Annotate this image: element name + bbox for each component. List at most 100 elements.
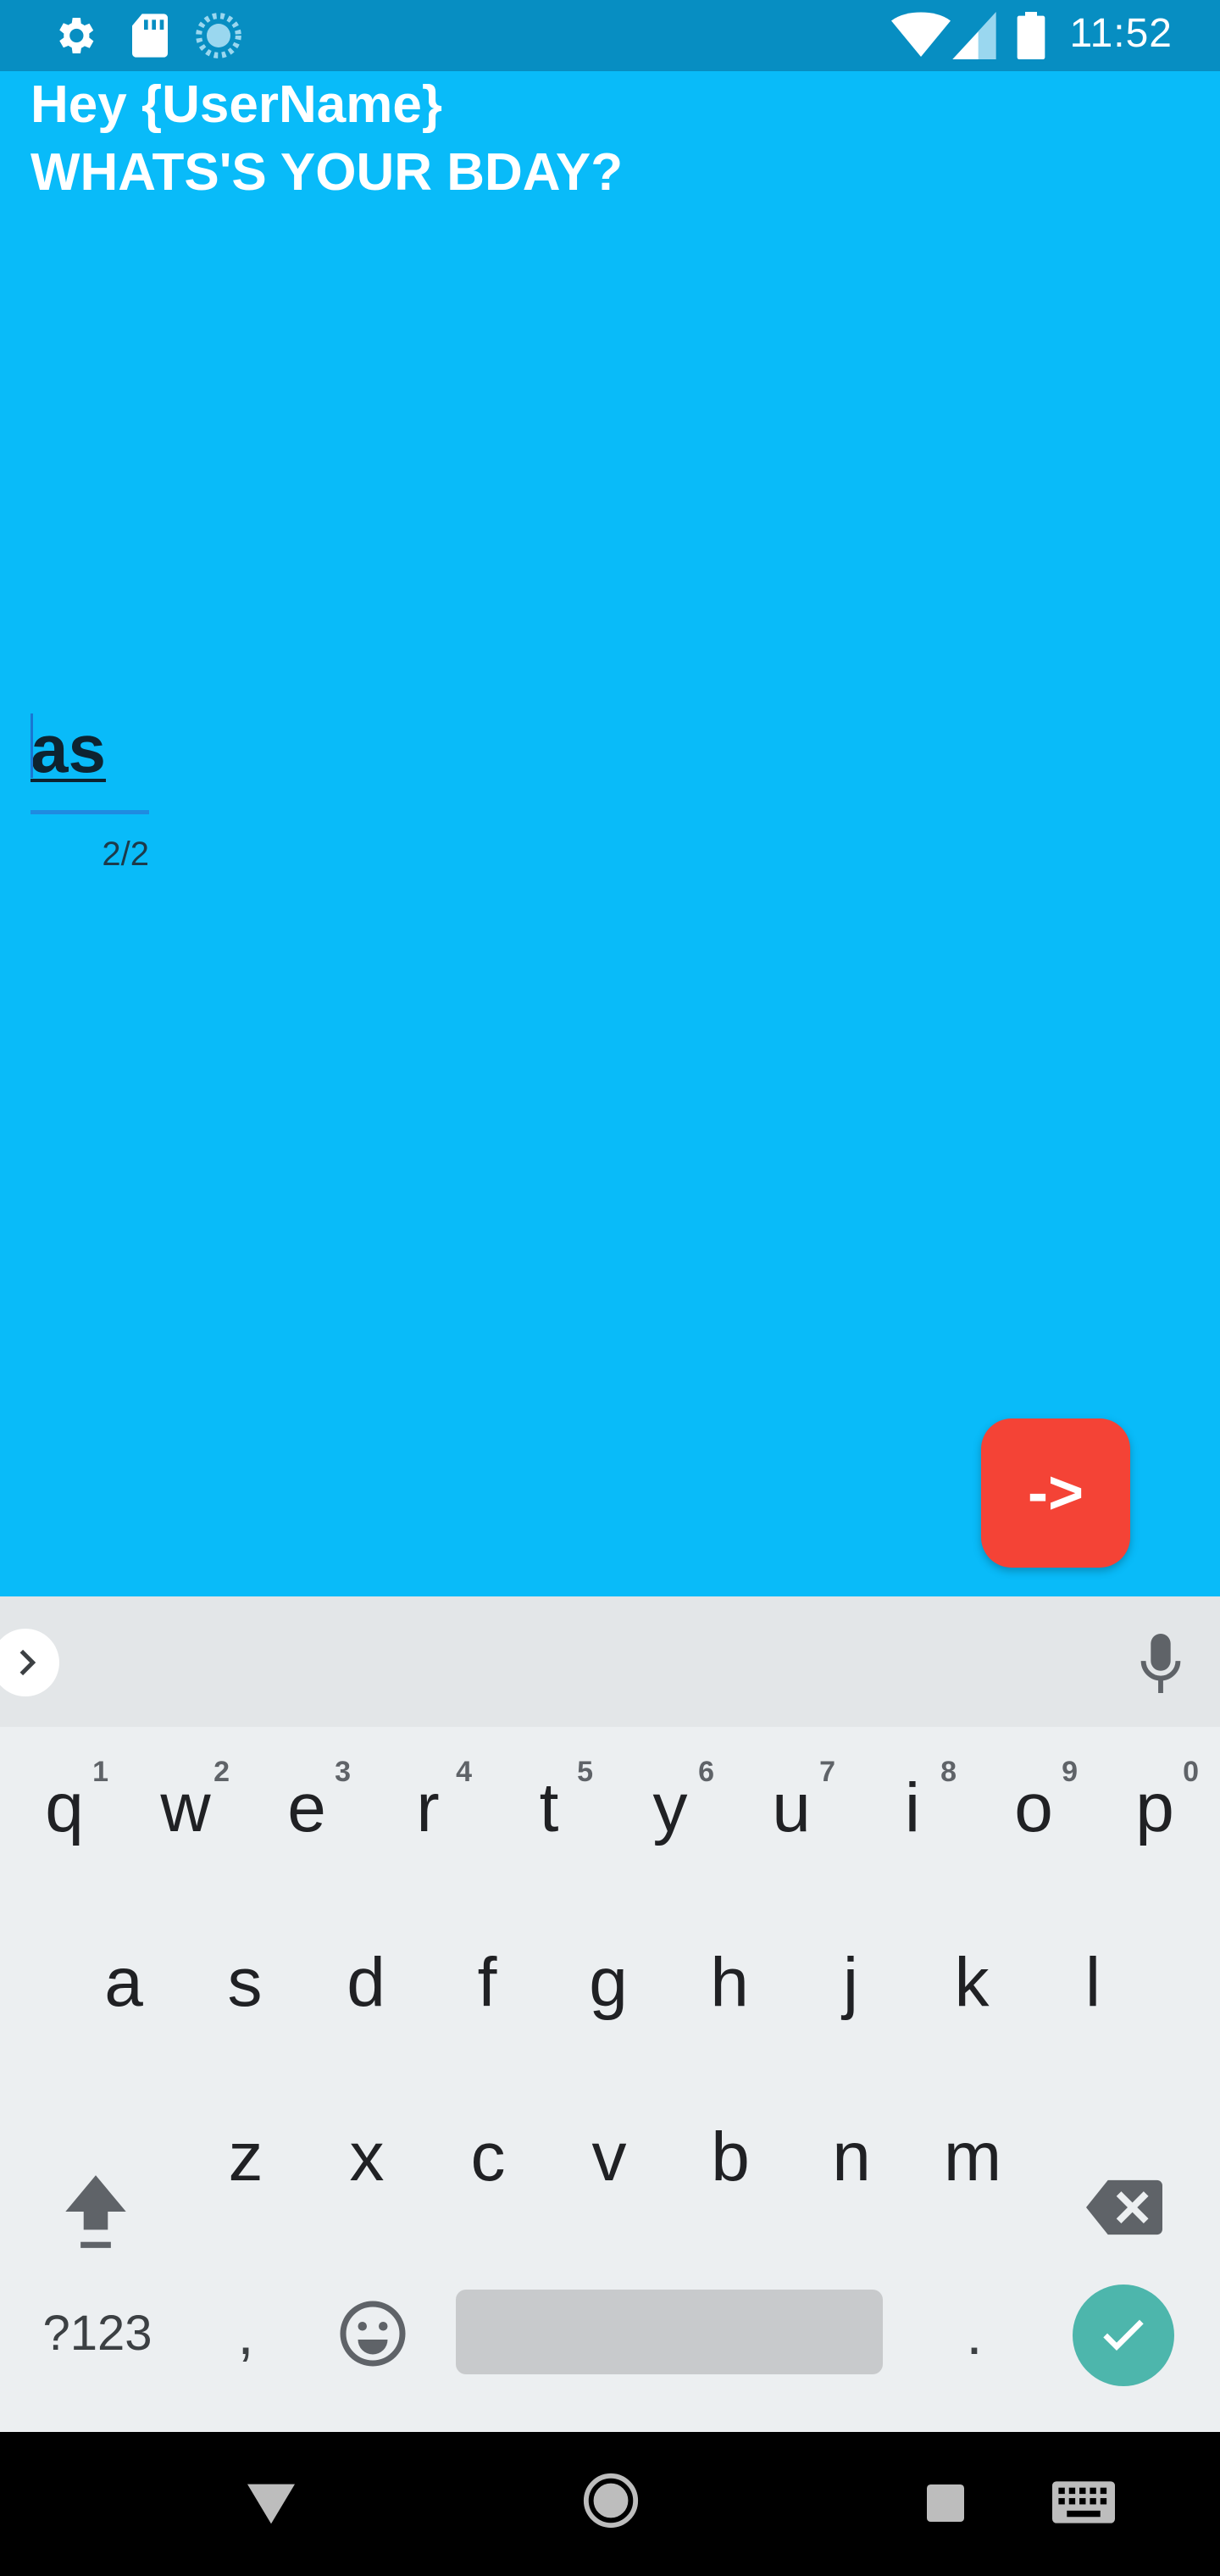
key-label: t	[539, 1769, 559, 1846]
key-label: n	[832, 2118, 871, 2196]
space-bar[interactable]	[456, 2290, 883, 2374]
wifi-icon	[891, 12, 951, 64]
emoji-key[interactable]	[322, 2283, 424, 2384]
key-label: p	[1135, 1769, 1174, 1846]
key-number-hint: 4	[456, 1756, 472, 1788]
birthday-input[interactable]: as	[30, 707, 149, 817]
key-number-hint: 0	[1183, 1756, 1199, 1788]
back-icon[interactable]	[247, 2483, 295, 2529]
letter-key[interactable]: e3	[247, 1732, 366, 1885]
key-label: h	[710, 1944, 749, 2021]
keyboard-switch-icon[interactable]	[1052, 2481, 1115, 2528]
key-number-hint: 5	[577, 1756, 593, 1788]
letter-key[interactable]: x	[308, 2081, 426, 2234]
shift-icon	[58, 2169, 134, 2258]
question-line: WHATS'S YOUR BDAY?	[30, 143, 624, 202]
key-label: u	[772, 1769, 811, 1846]
key-number-hint: 8	[940, 1756, 957, 1788]
key-label: v	[591, 2118, 627, 2196]
text-cursor	[30, 713, 33, 778]
symbols-key-label: ?123	[42, 2306, 152, 2361]
letter-key[interactable]: a	[64, 1907, 183, 2059]
backspace-key[interactable]	[1068, 2130, 1186, 2283]
recents-icon[interactable]	[927, 2484, 964, 2526]
letter-key[interactable]: j	[791, 1907, 910, 2059]
emoji-icon	[337, 2298, 408, 2373]
letter-key[interactable]: f	[428, 1907, 546, 2059]
letter-key[interactable]: b	[671, 2081, 790, 2234]
letter-key[interactable]: p0	[1095, 1732, 1214, 1885]
key-number-hint: 1	[92, 1756, 108, 1788]
shift-key[interactable]	[34, 2130, 152, 2283]
letter-key[interactable]: q1	[5, 1732, 124, 1885]
letter-key[interactable]: y6	[611, 1732, 729, 1885]
key-label: m	[943, 2118, 1002, 2196]
key-label: x	[349, 2118, 385, 2196]
key-label: w	[160, 1769, 211, 1846]
key-label: k	[954, 1944, 990, 2021]
checkmark-icon	[1096, 2308, 1151, 2367]
letter-key[interactable]: i8	[853, 1732, 972, 1885]
letter-key[interactable]: u7	[732, 1732, 851, 1885]
key-label: a	[104, 1944, 143, 2021]
comma-key-label: ,	[237, 2301, 254, 2367]
letter-key[interactable]: s	[186, 1907, 304, 2059]
symbols-key[interactable]: ?123	[17, 2283, 178, 2384]
key-number-hint: 3	[335, 1756, 351, 1788]
key-number-hint: 9	[1062, 1756, 1078, 1788]
letter-key[interactable]: n	[792, 2081, 911, 2234]
letter-key[interactable]: t5	[490, 1732, 608, 1885]
next-button[interactable]: ->	[981, 1418, 1130, 1568]
letter-key[interactable]: g	[549, 1907, 668, 2059]
character-counter: 2/2	[102, 836, 149, 873]
letter-key[interactable]: h	[670, 1907, 789, 2059]
key-label: y	[652, 1769, 688, 1846]
letter-key[interactable]: d	[307, 1907, 425, 2059]
page-title: Hey {UserName} WHATS'S YOUR BDAY?	[30, 71, 623, 207]
expand-icon	[10, 1646, 44, 1684]
letter-key[interactable]: z	[186, 2081, 305, 2234]
letter-key[interactable]: o9	[974, 1732, 1093, 1885]
key-label: z	[228, 2118, 263, 2196]
letter-key[interactable]: r4	[369, 1732, 487, 1885]
suggestion-strip	[0, 1596, 1220, 1727]
key-label: c	[470, 2118, 506, 2196]
navigation-bar	[0, 2432, 1220, 2576]
key-label: j	[842, 1944, 859, 2021]
letter-key[interactable]: c	[429, 2081, 547, 2234]
key-label: f	[477, 1944, 497, 2021]
letter-key[interactable]: m	[913, 2081, 1032, 2234]
letter-key[interactable]: w2	[126, 1732, 245, 1885]
sync-icon	[195, 12, 242, 64]
main-content: Hey {UserName} WHATS'S YOUR BDAY? as 2/2…	[0, 71, 1220, 1596]
settings-icon	[51, 12, 98, 64]
cell-signal-icon	[952, 12, 996, 64]
letter-key[interactable]: v	[550, 2081, 668, 2234]
sd-card-icon	[129, 12, 171, 64]
key-number-hint: 6	[698, 1756, 714, 1788]
period-key-label: .	[966, 2301, 983, 2367]
key-label: q	[45, 1769, 84, 1846]
key-label: l	[1084, 1944, 1101, 2021]
key-label: s	[227, 1944, 263, 2021]
period-key[interactable]: .	[923, 2274, 1025, 2393]
key-number-hint: 7	[819, 1756, 835, 1788]
key-label: o	[1014, 1769, 1053, 1846]
key-label: r	[416, 1769, 440, 1846]
key-label: e	[287, 1769, 326, 1846]
expand-toolbar-button[interactable]	[0, 1629, 59, 1696]
status-time: 11:52	[1069, 11, 1173, 56]
status-bar: 11:52	[0, 0, 1220, 71]
greeting-line: Hey {UserName}	[30, 75, 442, 134]
home-icon[interactable]	[581, 2471, 640, 2534]
comma-key[interactable]: ,	[195, 2274, 297, 2393]
mic-icon[interactable]	[1135, 1634, 1186, 1697]
key-label: i	[904, 1769, 921, 1846]
key-label: g	[589, 1944, 628, 2021]
enter-key[interactable]	[1073, 2285, 1174, 2386]
letter-key[interactable]: k	[912, 1907, 1031, 2059]
battery-icon	[1017, 12, 1045, 64]
backspace-icon	[1086, 2179, 1162, 2240]
letter-key[interactable]: l	[1034, 1907, 1152, 2059]
key-label: d	[347, 1944, 385, 2021]
